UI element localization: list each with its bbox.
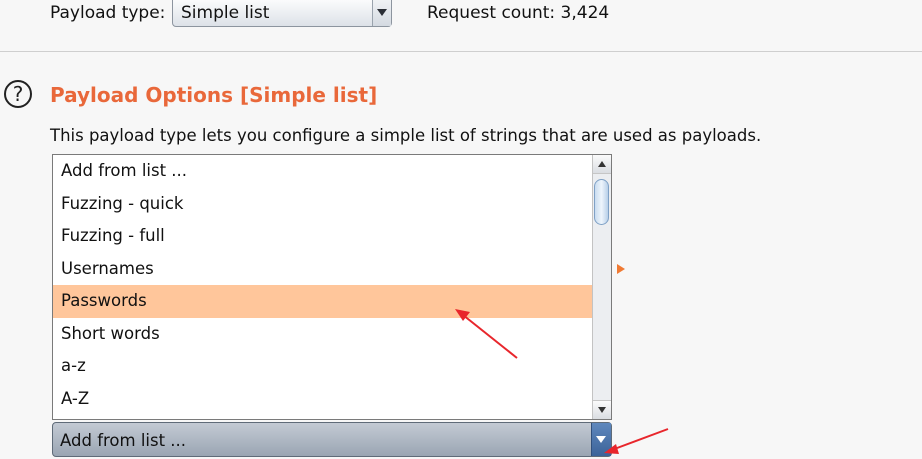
payload-type-label: Payload type: — [50, 3, 166, 23]
scrollbar-thumb[interactable] — [594, 179, 609, 225]
list-item[interactable]: Add from list ... — [53, 155, 594, 188]
list-item[interactable]: A-Z — [53, 383, 594, 416]
list-item-selected[interactable]: Passwords — [53, 285, 594, 318]
annotation-arrow-line — [608, 428, 669, 452]
add-from-list-dropdown-button[interactable] — [591, 423, 611, 456]
add-from-list-items: Add from list ... Fuzzing - quick Fuzzin… — [53, 155, 594, 415]
list-scrollbar[interactable] — [592, 155, 611, 419]
add-from-list-popup[interactable]: Add from list ... Fuzzing - quick Fuzzin… — [52, 154, 612, 420]
chevron-down-icon — [596, 436, 606, 443]
payload-options-title: Payload Options [Simple list] — [50, 83, 378, 107]
chevron-down-icon — [377, 9, 387, 16]
section-divider — [0, 51, 922, 52]
payload-type-value: Simple list — [181, 3, 270, 23]
list-item[interactable]: Usernames — [53, 253, 594, 286]
list-item[interactable]: Fuzzing - full — [53, 220, 594, 253]
scroll-up-icon[interactable] — [593, 155, 611, 174]
payload-type-dropdown-button[interactable] — [372, 0, 391, 26]
payload-type-row: Payload type: Simple list Request count:… — [0, 0, 922, 30]
scroll-down-icon[interactable] — [593, 400, 611, 419]
payload-options-description: This payload type lets you configure a s… — [50, 126, 762, 145]
payload-type-select[interactable]: Simple list — [172, 0, 392, 27]
list-item[interactable]: Fuzzing - quick — [53, 188, 594, 221]
add-from-list-combo-value: Add from list ... — [60, 431, 187, 450]
orange-triangle-icon — [617, 264, 625, 274]
list-item[interactable]: a-z — [53, 350, 594, 383]
list-item[interactable]: Short words — [53, 318, 594, 351]
add-from-list-combo[interactable]: Add from list ... — [52, 422, 612, 457]
request-count: Request count: 3,424 — [427, 3, 610, 23]
question-circle-icon[interactable]: ? — [4, 80, 32, 108]
